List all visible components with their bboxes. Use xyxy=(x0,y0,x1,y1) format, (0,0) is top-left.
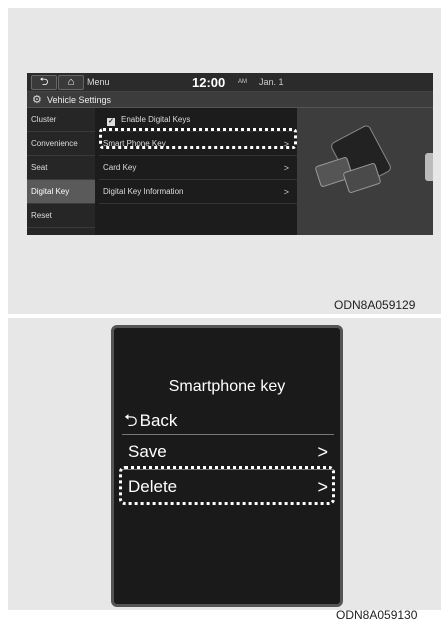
figure-reference: ODN8A059129 xyxy=(334,298,416,312)
home-icon: ⌂ xyxy=(67,76,75,88)
enable-digital-keys-label: Enable Digital Keys xyxy=(121,115,191,124)
back-arrow-icon: ⮌ xyxy=(124,411,138,430)
chevron-right-icon: > xyxy=(317,442,328,462)
back-label: Back xyxy=(139,411,178,430)
back-button[interactable]: ⮌ Back xyxy=(124,410,177,432)
back-button[interactable]: ⮌ xyxy=(31,75,57,90)
list-item-label: Card Key xyxy=(103,163,137,172)
side-panel-handle[interactable] xyxy=(425,153,433,181)
list-item-digital-key-information[interactable]: Digital Key Information > xyxy=(99,180,297,204)
cluster-title: Smartphone key xyxy=(168,378,286,395)
head-unit-screen: ⮌ ⌂ Menu 12:00 AM Jan. 1 ⚙ Vehicle Setti… xyxy=(27,73,433,235)
list-item-label: Digital Key Information xyxy=(103,187,184,196)
sidebar-item-cluster[interactable]: Cluster xyxy=(27,108,95,132)
menu-item-save[interactable]: Save > xyxy=(122,436,334,468)
menu-item-label: Save xyxy=(128,442,167,461)
home-button[interactable]: ⌂ xyxy=(58,75,84,90)
chevron-right-icon: > xyxy=(283,187,289,197)
clock-date: Jan. 1 xyxy=(259,77,284,87)
checkbox-checked-icon[interactable]: ✓ xyxy=(107,118,115,126)
menu-button[interactable]: Menu xyxy=(87,75,110,90)
page-title: Vehicle Settings xyxy=(47,95,112,105)
sidebar-item-convenience[interactable]: Convenience xyxy=(27,132,95,156)
top-bar: ⮌ ⌂ Menu 12:00 AM Jan. 1 xyxy=(27,73,433,92)
highlight-frame xyxy=(99,128,297,149)
sidebar-item-reset[interactable]: Reset xyxy=(27,204,95,228)
sidebar-item-seat[interactable]: Seat xyxy=(27,156,95,180)
sidebar: Cluster Convenience Seat Digital Key Res… xyxy=(27,108,95,235)
chevron-right-icon: > xyxy=(283,163,289,173)
clock-time: 12:00 xyxy=(192,75,226,90)
clock-ampm: AM xyxy=(238,79,247,85)
sidebar-item-digital-key[interactable]: Digital Key xyxy=(27,180,95,204)
figure-reference: ODN8A059130 xyxy=(336,608,418,622)
list-item-card-key[interactable]: Card Key > xyxy=(99,156,297,180)
divider xyxy=(122,434,334,435)
title-bar: ⚙ Vehicle Settings xyxy=(27,92,433,108)
gear-icon: ⚙ xyxy=(32,94,42,106)
highlight-frame xyxy=(119,466,335,505)
back-arrow-icon: ⮌ xyxy=(39,76,49,88)
